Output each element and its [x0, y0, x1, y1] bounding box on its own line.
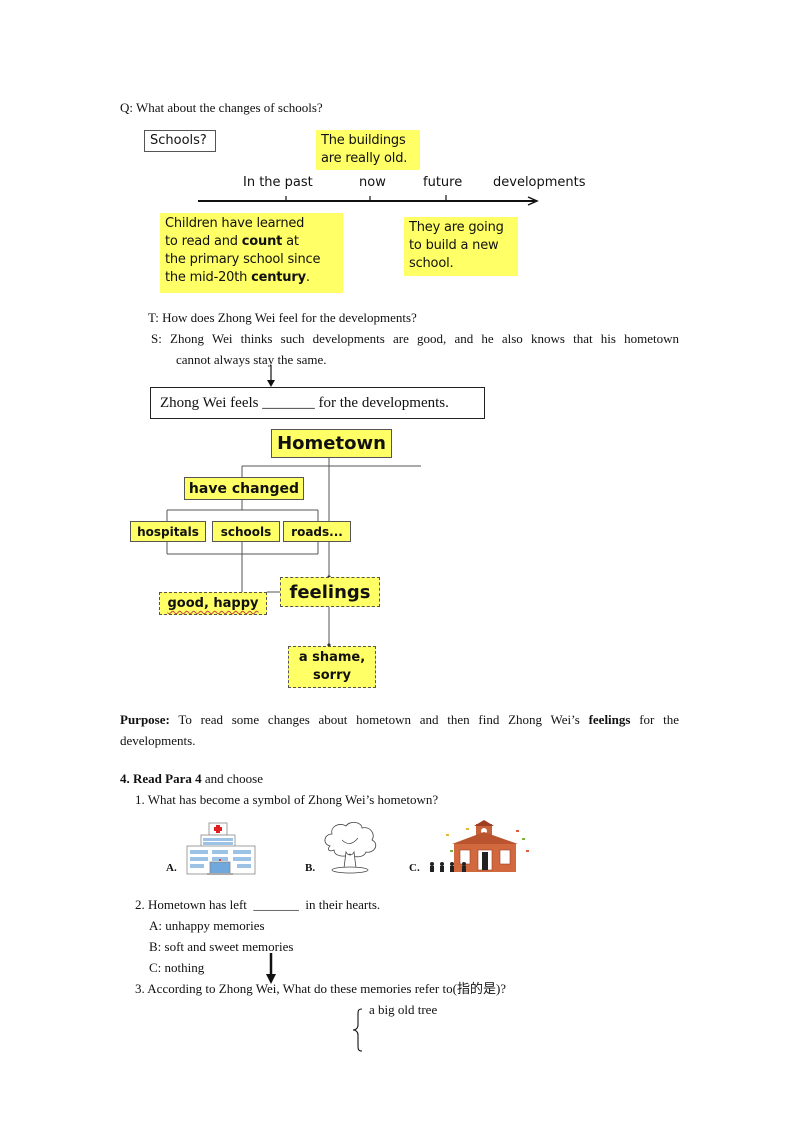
tree-icon[interactable]: [320, 820, 382, 876]
node-schools: schools: [212, 521, 280, 542]
node-shame-line1: a shame,: [298, 650, 366, 665]
node-shame-sorry: a shame, sorry: [288, 646, 376, 688]
node-hometown: Hometown: [271, 429, 392, 458]
purpose-line2: developments.: [120, 733, 196, 748]
node-roads: roads...: [283, 521, 351, 542]
node-good-happy: good, happy: [159, 592, 267, 615]
purpose-paragraph: Purpose: To read some changes about home…: [120, 709, 679, 751]
purpose-label: Purpose:: [120, 712, 170, 727]
question-1: 1. What has become a symbol of Zhong Wei…: [135, 792, 439, 807]
q3-answer-1: a big old tree: [369, 1002, 438, 1017]
section4-heading: 4. Read Para 4 and choose: [120, 771, 263, 786]
node-have-changed: have changed: [184, 477, 304, 500]
hospital-icon[interactable]: [183, 822, 259, 876]
q2-option-c[interactable]: C: nothing: [149, 960, 204, 976]
question-3: 3. According to Zhong Wei, What do these…: [135, 981, 507, 996]
q2-blank[interactable]: _______: [253, 897, 299, 912]
purpose-bold-feelings: feelings: [588, 712, 631, 727]
curly-brace-icon: [352, 1008, 363, 1052]
question-2: 2. Hometown has left _______ in their he…: [135, 897, 381, 912]
option-a-label[interactable]: A.: [166, 860, 177, 876]
q2-option-a[interactable]: A: unhappy memories: [149, 918, 265, 934]
school-icon[interactable]: [426, 820, 538, 874]
purpose-line1: Purpose: To read some changes about home…: [120, 712, 679, 727]
option-c-label[interactable]: C.: [409, 860, 420, 876]
option-b-label[interactable]: B.: [305, 860, 315, 876]
node-hospitals: hospitals: [130, 521, 206, 542]
node-shame-line2: sorry: [313, 668, 351, 683]
mindmap-connectors: [166, 458, 421, 647]
node-feelings: feelings: [280, 577, 380, 607]
